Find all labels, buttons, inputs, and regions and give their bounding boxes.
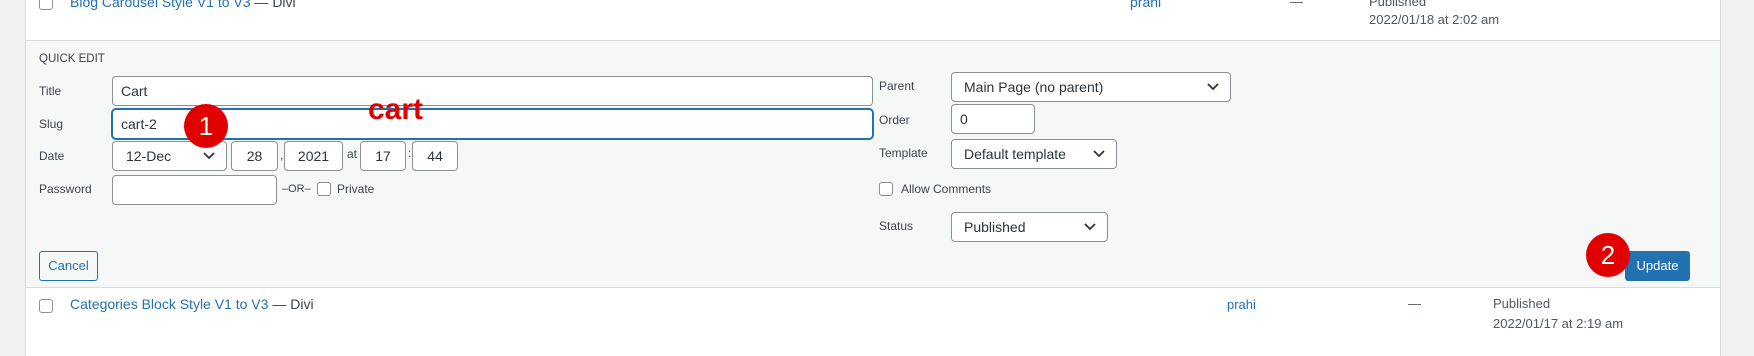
day-input[interactable]: 28 xyxy=(231,141,278,171)
month-value: 12-Dec xyxy=(126,148,172,164)
parent-select[interactable]: Main Page (no parent) xyxy=(951,72,1231,102)
row-checkbox[interactable] xyxy=(39,299,53,313)
status-select[interactable]: Published xyxy=(951,212,1108,242)
annotation-note: cart xyxy=(368,93,424,126)
list-row-previous: Blog Carousel Style V1 to V3 — Divi prah… xyxy=(26,0,1720,41)
date-comma: , xyxy=(280,148,284,162)
slug-label: Slug xyxy=(39,117,64,131)
order-input[interactable]: 0 xyxy=(951,104,1035,134)
posts-list-panel: Blog Carousel Style V1 to V3 — Divi prah… xyxy=(25,0,1721,356)
row-checkbox[interactable] xyxy=(39,0,53,10)
year-input[interactable]: 2021 xyxy=(284,141,343,171)
password-label: Password xyxy=(39,182,92,196)
row-status: Published xyxy=(1369,0,1427,9)
row-author-link[interactable]: prahi xyxy=(1130,0,1161,10)
password-input[interactable] xyxy=(112,175,277,205)
date-label: Date xyxy=(39,149,65,163)
minute-input[interactable]: 44 xyxy=(412,141,458,171)
time-colon: : xyxy=(408,146,412,160)
row-status: Published xyxy=(1493,296,1551,311)
row-date: 2022/01/17 at 2:19 am xyxy=(1493,316,1624,331)
private-checkbox[interactable] xyxy=(317,182,331,196)
row-title-link[interactable]: Categories Block Style V1 to V3 — Divi xyxy=(70,296,314,312)
row-title-link[interactable]: Blog Carousel Style V1 to V3 — Divi xyxy=(70,0,296,10)
allow-comments-label: Allow Comments xyxy=(901,182,992,196)
template-value: Default template xyxy=(964,146,1066,162)
update-button[interactable]: Update xyxy=(1625,251,1690,281)
template-select[interactable]: Default template xyxy=(951,139,1117,169)
row-title-text[interactable]: Categories Block Style V1 to V3 xyxy=(70,296,268,312)
status-label: Status xyxy=(879,219,914,233)
row-title-text[interactable]: Blog Carousel Style V1 to V3 xyxy=(70,0,251,10)
hour-input[interactable]: 17 xyxy=(360,141,406,171)
parent-value: Main Page (no parent) xyxy=(964,79,1104,95)
chevron-down-icon xyxy=(203,152,215,160)
annotation-marker-1: 1 xyxy=(184,104,228,148)
quick-edit-panel: QUICK EDIT Title Cart Slug cart-2 Date 1… xyxy=(26,41,1720,287)
list-row-next: Categories Block Style V1 to V3 — Divi p… xyxy=(26,287,1720,350)
row-comments-dash: — xyxy=(1408,296,1421,311)
chevron-down-icon xyxy=(1207,83,1219,91)
cancel-button[interactable]: Cancel xyxy=(39,251,98,281)
annotation-marker-2: 2 xyxy=(1586,233,1630,277)
chevron-down-icon xyxy=(1084,223,1096,231)
row-title-suffix: — Divi xyxy=(250,0,296,10)
at-label: at xyxy=(347,147,358,161)
quick-edit-heading: QUICK EDIT xyxy=(39,53,105,65)
row-title-suffix: — Divi xyxy=(268,296,314,312)
private-label: Private xyxy=(337,182,375,196)
title-label: Title xyxy=(39,84,62,98)
title-input[interactable]: Cart xyxy=(112,76,873,106)
parent-label: Parent xyxy=(879,79,915,93)
chevron-down-icon xyxy=(1093,150,1105,158)
or-label: –OR– xyxy=(282,183,311,195)
row-date: 2022/01/18 at 2:02 am xyxy=(1369,12,1500,27)
status-value: Published xyxy=(964,219,1026,235)
row-comments-dash: — xyxy=(1290,0,1303,9)
allow-comments-checkbox[interactable] xyxy=(879,182,893,196)
template-label: Template xyxy=(879,146,928,160)
row-author-link[interactable]: prahi xyxy=(1227,297,1256,312)
order-label: Order xyxy=(879,113,910,127)
